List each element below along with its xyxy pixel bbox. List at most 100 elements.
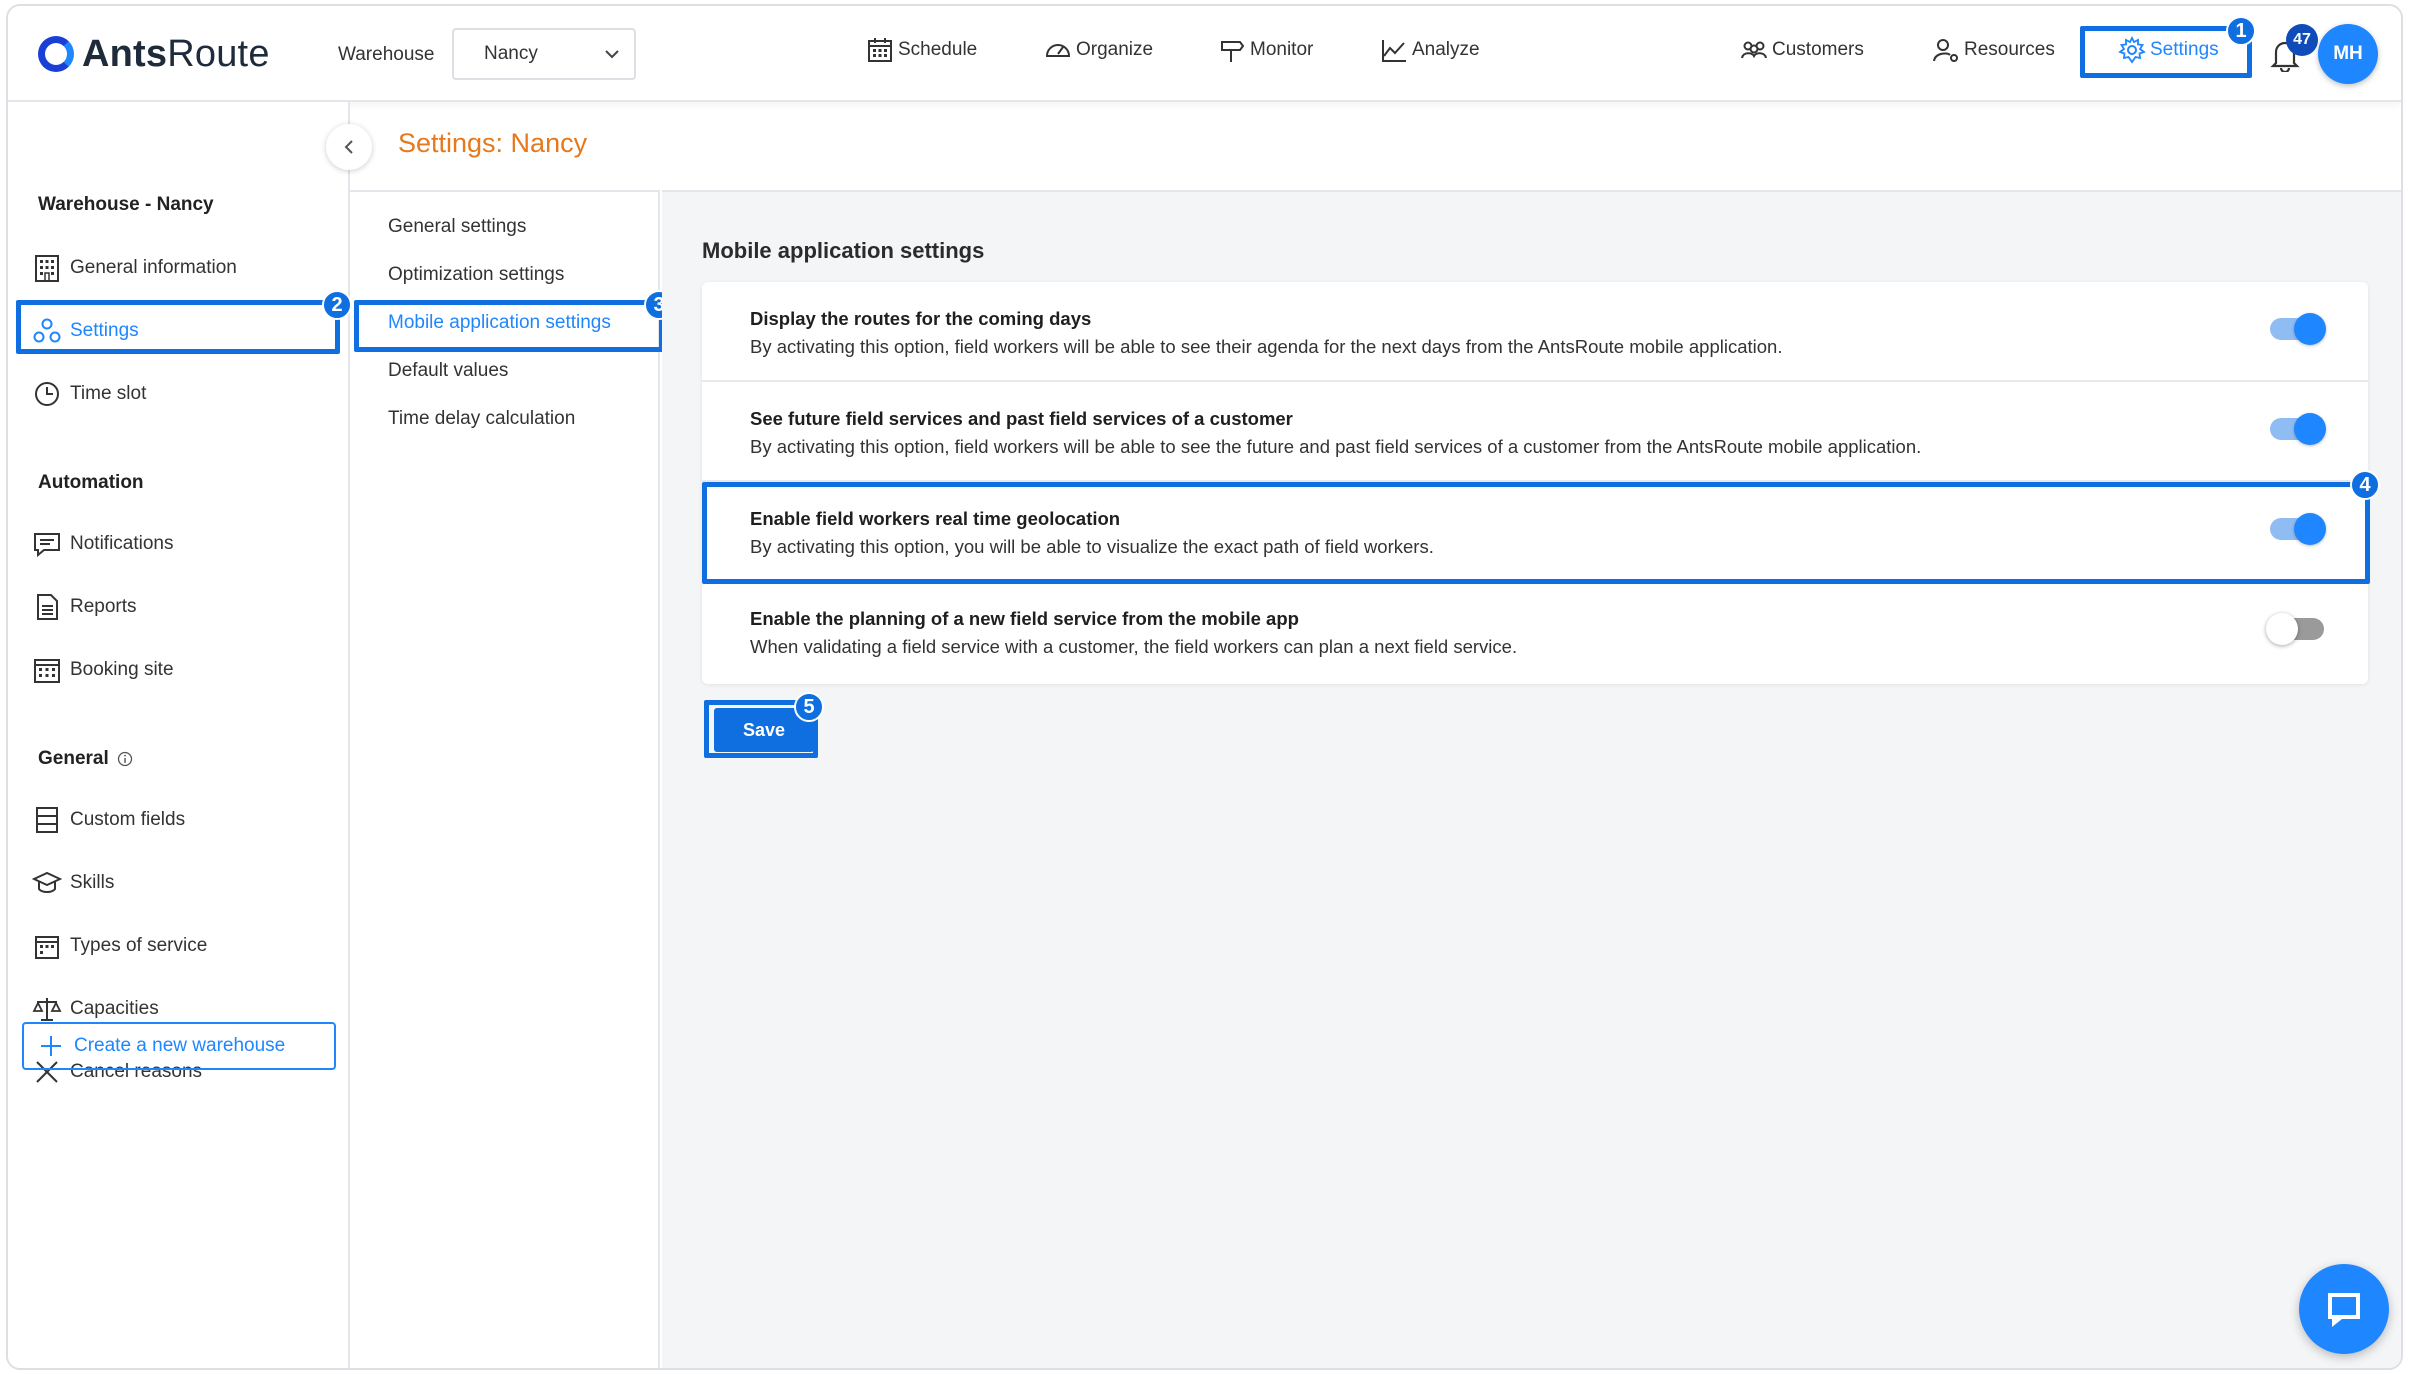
chevron-down-icon xyxy=(605,50,619,59)
sidebar-item-label: Time slot xyxy=(70,383,147,404)
toggle-switch[interactable] xyxy=(2270,313,2326,345)
avatar[interactable]: MH xyxy=(2318,24,2378,84)
logo-icon xyxy=(38,36,74,72)
chat-icon xyxy=(2328,1293,2360,1327)
chart-icon xyxy=(1382,40,1406,62)
calendar-check-icon xyxy=(35,936,59,959)
step-badge-2: 2 xyxy=(322,290,352,320)
toggle-knob xyxy=(2266,613,2298,645)
sidebar xyxy=(8,102,350,1368)
nav-resources-label: Resources xyxy=(1964,39,2055,60)
sidebar-section-general: General xyxy=(38,748,133,770)
warehouse-label: Warehouse xyxy=(338,44,435,65)
sidebar-item-label: Notifications xyxy=(70,533,174,554)
setting-title: Enable field workers real time geolocati… xyxy=(750,508,1121,529)
setting-row: Enable field workers real time geolocati… xyxy=(702,482,2368,582)
sidebar-item-booking-site[interactable]: Booking site xyxy=(32,650,174,690)
step-badge-4: 4 xyxy=(2350,470,2380,500)
calendar-icon xyxy=(868,38,892,62)
subnav-general-settings[interactable]: General settings xyxy=(388,216,526,238)
sidebar-item-reports[interactable]: Reports xyxy=(32,587,137,627)
setting-description: By activating this option, field workers… xyxy=(750,436,1922,457)
setting-title: Enable the planning of a new field servi… xyxy=(750,608,1299,629)
nav-monitor-label: Monitor xyxy=(1250,39,1314,60)
setting-title: See future field services and past field… xyxy=(750,408,1293,429)
subnav-time-delay-calculation[interactable]: Time delay calculation xyxy=(388,408,575,430)
setting-row: Display the routes for the coming days B… xyxy=(702,282,2368,382)
nav-resources[interactable]: Resources xyxy=(1932,36,2055,64)
toggle-switch[interactable] xyxy=(2266,613,2324,645)
toggle-knob xyxy=(2294,513,2326,545)
step-badge-5: 5 xyxy=(794,692,824,722)
nav-organize-label: Organize xyxy=(1076,39,1154,60)
sidebar-item-label: Reports xyxy=(70,596,137,617)
nav-analyze-label: Analyze xyxy=(1412,39,1480,60)
form-icon xyxy=(36,807,58,833)
setting-description: By activating this option, field workers… xyxy=(750,336,1783,357)
sidebar-item-label: Types of service xyxy=(70,935,208,956)
subnav-default-values[interactable]: Default values xyxy=(388,360,508,382)
nodes-icon xyxy=(33,318,61,343)
top-bar: AntsRoute Warehouse Nancy Schedule Organ… xyxy=(8,6,2401,102)
sidebar-item-label: Skills xyxy=(70,872,115,893)
sidebar-item-types-of-service[interactable]: Types of service xyxy=(32,926,207,966)
sidebar-item-settings[interactable]: Settings xyxy=(32,311,139,351)
create-warehouse-button[interactable]: Create a new warehouse xyxy=(22,1022,336,1070)
sidebar-item-label: Settings xyxy=(70,320,139,341)
nav-customers-label: Customers xyxy=(1772,39,1864,60)
setting-title: Display the routes for the coming days xyxy=(750,308,1092,329)
info-icon[interactable] xyxy=(117,751,133,767)
sidebar-item-custom-fields[interactable]: Custom fields xyxy=(32,800,185,840)
sidebar-section-warehouse: Warehouse - Nancy xyxy=(38,194,214,215)
setting-description: When validating a field service with a c… xyxy=(750,636,1518,657)
document-icon xyxy=(37,594,58,620)
nav-analyze[interactable]: Analyze xyxy=(1380,36,1480,64)
create-warehouse-label: Create a new warehouse xyxy=(74,1035,286,1056)
section-title: Mobile application settings xyxy=(702,238,985,263)
chevron-left-icon xyxy=(344,140,353,154)
settings-card: Display the routes for the coming days B… xyxy=(702,282,2368,684)
sidebar-item-label: Custom fields xyxy=(70,809,186,830)
toggle-switch[interactable] xyxy=(2270,413,2326,445)
user-gear-icon xyxy=(1933,39,1958,62)
sidebar-section-automation: Automation xyxy=(38,472,144,493)
scale-icon xyxy=(32,998,62,1021)
toggle-knob xyxy=(2294,313,2326,345)
subnav-optimization-settings[interactable]: Optimization settings xyxy=(388,264,564,286)
sidebar-item-notifications[interactable]: Notifications xyxy=(32,524,174,564)
nav-schedule[interactable]: Schedule xyxy=(866,36,977,64)
antsroute-logo[interactable]: AntsRoute xyxy=(38,32,270,76)
users-icon xyxy=(1741,41,1767,59)
nav-customers[interactable]: Customers xyxy=(1740,36,1864,64)
calendar-icon xyxy=(34,659,60,683)
collapse-sidebar-button[interactable] xyxy=(326,124,372,170)
message-icon xyxy=(34,533,60,558)
app-window: AntsRoute Warehouse Nancy Schedule Organ… xyxy=(6,4,2403,1370)
subnav-mobile-application-settings[interactable]: Mobile application settings xyxy=(388,312,611,334)
toggle-knob xyxy=(2294,413,2326,445)
gear-icon xyxy=(2118,36,2146,64)
logo-text: AntsRoute xyxy=(82,32,270,75)
nav-settings[interactable]: Settings xyxy=(2118,36,2219,64)
graduation-cap-icon xyxy=(32,871,62,893)
sidebar-item-skills[interactable]: Skills xyxy=(32,863,114,903)
setting-row: See future field services and past field… xyxy=(702,382,2368,482)
signpost-icon xyxy=(1221,41,1245,62)
chat-support-button[interactable] xyxy=(2299,1264,2389,1354)
gauge-icon xyxy=(1045,44,1071,57)
sidebar-item-label: Capacities xyxy=(70,998,159,1019)
nav-organize[interactable]: Organize xyxy=(1044,36,1153,64)
warehouse-select[interactable]: Nancy xyxy=(452,28,636,80)
toggle-switch[interactable] xyxy=(2270,513,2326,545)
nav-monitor[interactable]: Monitor xyxy=(1218,36,1313,64)
sidebar-item-time-slot[interactable]: Time slot xyxy=(32,374,146,414)
page-title: Settings: Nancy xyxy=(398,128,588,158)
sidebar-item-label: Booking site xyxy=(70,659,174,680)
step-badge-1: 1 xyxy=(2226,16,2256,46)
notification-count-badge: 47 xyxy=(2286,24,2318,56)
sidebar-item-label: General information xyxy=(70,257,237,278)
nav-schedule-label: Schedule xyxy=(898,39,978,60)
sidebar-section-general-label: General xyxy=(38,748,109,769)
setting-row: Enable the planning of a new field servi… xyxy=(702,582,2368,682)
sidebar-item-general-information[interactable]: General information xyxy=(32,248,237,288)
